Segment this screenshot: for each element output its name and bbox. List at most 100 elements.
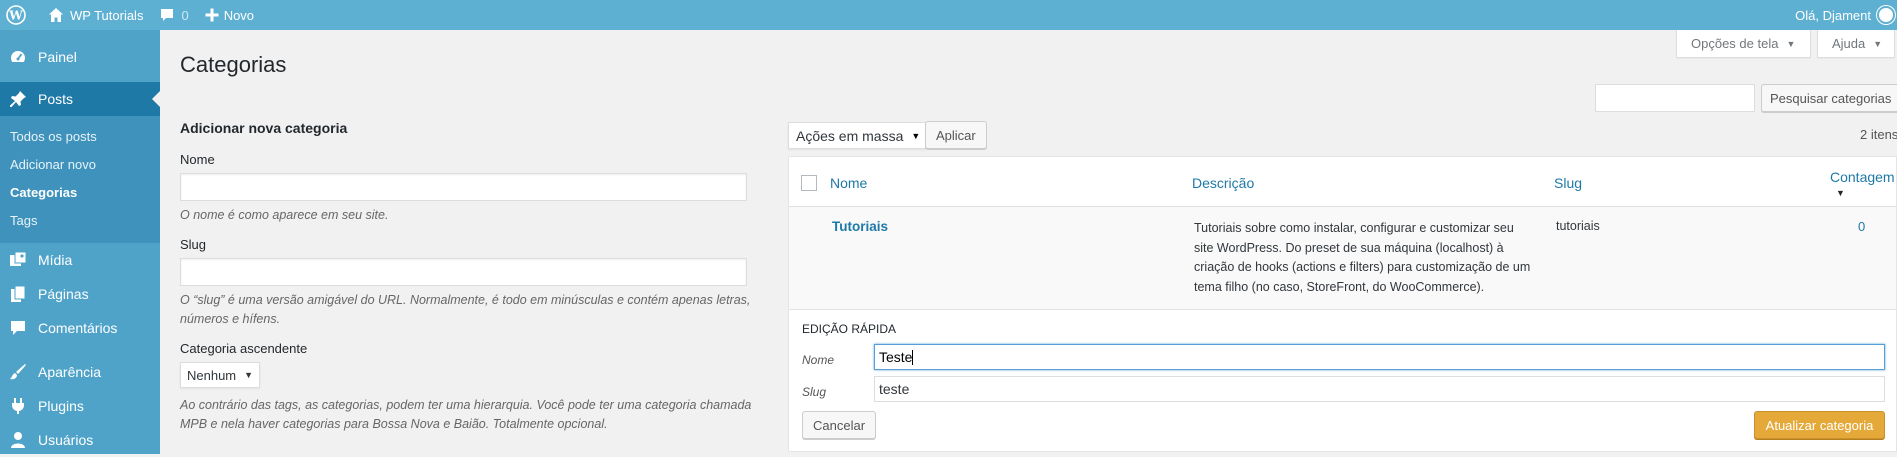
plus-icon xyxy=(205,8,219,22)
cancel-button[interactable]: Cancelar xyxy=(802,411,877,439)
search-categories-button[interactable]: Pesquisar categorias xyxy=(1761,84,1897,112)
row-count-link[interactable]: 0 xyxy=(1858,219,1865,234)
brush-icon xyxy=(8,362,28,382)
sidebar-item-label: Páginas xyxy=(38,286,89,302)
admin-bar: W WP Tutorials 0 Novo Olá, Djament xyxy=(0,0,1897,30)
comments-count: 0 xyxy=(181,7,189,23)
update-label: Atualizar categoria xyxy=(1765,417,1874,433)
parent-select-value: Nenhum xyxy=(187,367,237,383)
select-arrow-icon: ▼ xyxy=(911,130,921,141)
slug-label: Slug xyxy=(180,237,207,252)
quick-edit-slug-input[interactable]: teste xyxy=(874,376,1885,402)
form-heading: Adicionar nova categoria xyxy=(180,120,348,136)
admin-sidebar: Painel Posts Todos os posts Adicionar no… xyxy=(0,30,160,454)
parent-label: Categoria ascendente xyxy=(180,341,308,356)
quick-edit-name-value: Teste xyxy=(879,349,913,365)
parent-category-select[interactable]: Nenhum ▼ xyxy=(180,362,261,388)
sidebar-item-pages[interactable]: Páginas xyxy=(0,277,160,311)
sidebar-item-label: Aparência xyxy=(38,364,102,380)
dashboard-icon xyxy=(8,47,28,67)
name-label: Nome xyxy=(180,152,215,167)
sidebar-item-label: Mídia xyxy=(38,252,73,268)
pin-icon xyxy=(8,89,28,109)
svg-text:W: W xyxy=(8,9,23,23)
apply-label: Aplicar xyxy=(936,127,976,143)
quick-edit-name-label: Nome xyxy=(802,353,835,367)
users-icon xyxy=(8,430,28,450)
text-cursor xyxy=(912,349,914,365)
sidebar-item-painel[interactable]: Painel xyxy=(0,40,160,74)
quick-edit-name-input[interactable]: Teste xyxy=(874,344,1885,370)
caret-down-icon: ▼ xyxy=(1786,38,1796,49)
submenu-item-tags[interactable]: Tags xyxy=(0,207,160,235)
submenu-item-all-posts[interactable]: Todos os posts xyxy=(0,123,160,151)
sidebar-item-media[interactable]: Mídia xyxy=(0,243,160,277)
pages-icon xyxy=(8,284,28,304)
quick-edit-slug-label: Slug xyxy=(802,385,827,399)
new-label: Novo xyxy=(223,7,255,23)
sidebar-item-plugins[interactable]: Plugins xyxy=(0,389,160,423)
posts-submenu: Todos os posts Adicionar novo Categorias… xyxy=(0,116,160,243)
name-hint: O nome é como aparece em seu site. xyxy=(180,208,389,222)
category-slug-input[interactable] xyxy=(180,258,747,286)
sidebar-item-label: Plugins xyxy=(38,398,84,414)
bulk-actions-select[interactable]: Ações em massa ▼ xyxy=(788,122,927,149)
add-category-form: Adicionar nova categoria Nome O nome é c… xyxy=(180,120,760,446)
column-header-description[interactable]: Descrição xyxy=(1192,175,1254,191)
parent-hint: Ao contrário das tags, as categorias, po… xyxy=(180,398,752,431)
comment-icon xyxy=(8,318,28,338)
cancel-label: Cancelar xyxy=(813,417,866,433)
row-name-link[interactable]: Tutoriais xyxy=(832,219,888,234)
screen-options-button[interactable]: Opções de tela ▼ xyxy=(1676,30,1811,58)
table-row: Tutoriais Tutoriais sobre como instalar,… xyxy=(789,207,1896,309)
search-button-label: Pesquisar categorias xyxy=(1770,90,1892,106)
submenu-item-add-new[interactable]: Adicionar novo xyxy=(0,151,160,179)
site-name-link[interactable]: WP Tutorials xyxy=(34,0,151,30)
help-button[interactable]: Ajuda ▼ xyxy=(1817,30,1895,58)
sidebar-item-label: Usuários xyxy=(38,432,94,448)
table-header: Nome Descrição Slug Contagem ▼ xyxy=(789,157,1896,207)
select-arrow-icon: ▼ xyxy=(244,370,254,380)
sidebar-item-label: Painel xyxy=(38,49,77,65)
column-header-slug[interactable]: Slug xyxy=(1554,175,1582,191)
home-icon xyxy=(48,7,64,23)
bulk-actions-value: Ações em massa xyxy=(796,127,904,144)
sidebar-item-posts[interactable]: Posts xyxy=(0,82,160,116)
search-input[interactable] xyxy=(1595,84,1755,112)
comments-link[interactable]: 0 xyxy=(151,0,196,30)
quick-edit-slug-value: teste xyxy=(879,381,910,397)
wordpress-logo-icon[interactable]: W xyxy=(0,0,34,30)
row-description: Tutoriais sobre como instalar, configura… xyxy=(1194,221,1531,294)
media-icon xyxy=(8,250,28,270)
caret-down-icon: ▼ xyxy=(1873,38,1883,49)
user-account-menu[interactable]: Olá, Djament xyxy=(1787,0,1895,30)
quick-edit-panel: EDIÇÃO RÁPIDA Nome Teste Slug teste Canc… xyxy=(789,309,1896,451)
slug-hint: O “slug” é uma versão amigável do URL. N… xyxy=(180,293,751,326)
sidebar-item-comments[interactable]: Comentários xyxy=(0,311,160,345)
sidebar-item-appearance[interactable]: Aparência xyxy=(0,355,160,389)
sidebar-item-label: Comentários xyxy=(38,320,118,336)
site-name: WP Tutorials xyxy=(70,7,144,23)
sidebar-item-label: Posts xyxy=(38,91,74,107)
plug-icon xyxy=(8,396,28,416)
avatar xyxy=(1877,6,1895,24)
user-greeting: Olá, Djament xyxy=(1795,7,1871,23)
select-all-checkbox[interactable] xyxy=(801,175,817,191)
page-title: Categorias xyxy=(180,52,287,77)
column-header-name[interactable]: Nome xyxy=(830,175,867,191)
screen-options-label: Opções de tela xyxy=(1691,36,1779,51)
categories-table: Nome Descrição Slug Contagem ▼ Tutoriais… xyxy=(788,156,1897,452)
items-count: 2 itens xyxy=(1860,127,1897,142)
apply-button[interactable]: Aplicar xyxy=(925,121,987,149)
submenu-item-categories[interactable]: Categorias xyxy=(0,179,160,207)
new-content-link[interactable]: Novo xyxy=(197,0,262,30)
row-slug: tutoriais xyxy=(1556,219,1600,233)
sort-arrow-icon: ▼ xyxy=(1836,188,1845,198)
column-header-count[interactable]: Contagem xyxy=(1830,169,1895,185)
quick-edit-title: EDIÇÃO RÁPIDA xyxy=(802,322,897,336)
comment-bubble-icon xyxy=(159,7,175,23)
category-name-input[interactable] xyxy=(180,173,747,201)
update-category-button[interactable]: Atualizar categoria xyxy=(1754,411,1885,439)
help-label: Ajuda xyxy=(1832,36,1866,51)
sidebar-item-users[interactable]: Usuários xyxy=(0,423,160,457)
